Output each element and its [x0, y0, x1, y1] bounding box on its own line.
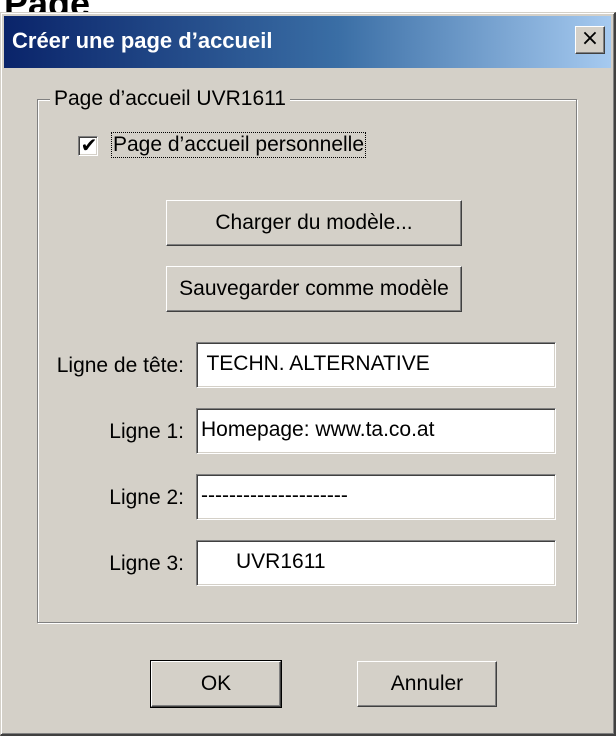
save-template-button[interactable]: Sauvegarder comme modèle [166, 266, 462, 312]
load-template-button[interactable]: Charger du modèle... [166, 200, 462, 246]
line-2-input[interactable]: --------------------- [196, 474, 556, 520]
line-1-input[interactable]: Homepage: www.ta.co.at [196, 408, 556, 454]
cancel-button[interactable]: Annuler [357, 661, 497, 707]
ok-button[interactable]: OK [150, 660, 282, 708]
create-homepage-dialog: Créer une page d’accueil × Page d’accuei… [0, 12, 616, 736]
personal-homepage-checkbox[interactable]: ✔ [78, 133, 98, 157]
line-1-label: Ligne 1: [109, 420, 184, 443]
title-bar[interactable]: Créer une page d’accueil × [4, 16, 611, 68]
close-button[interactable]: × [575, 26, 605, 54]
personal-homepage-label[interactable]: Page d’accueil personnelle [110, 132, 367, 158]
window-title: Créer une page d’accueil [12, 28, 273, 53]
close-icon: × [580, 26, 600, 51]
header-line-input[interactable]: TECHN. ALTERNATIVE [196, 342, 556, 388]
homepage-groupbox: Page d’accueil UVR1611 ✔ Page d’accueil … [37, 87, 577, 623]
groupbox-legend: Page d’accueil UVR1611 [50, 87, 290, 111]
header-line-label: Ligne de tête: [56, 354, 184, 377]
line-3-input[interactable]: UVR1611 [196, 540, 556, 586]
line-2-label: Ligne 2: [109, 486, 184, 509]
line-3-label: Ligne 3: [109, 552, 184, 575]
checkmark-icon: ✔ [80, 133, 98, 157]
